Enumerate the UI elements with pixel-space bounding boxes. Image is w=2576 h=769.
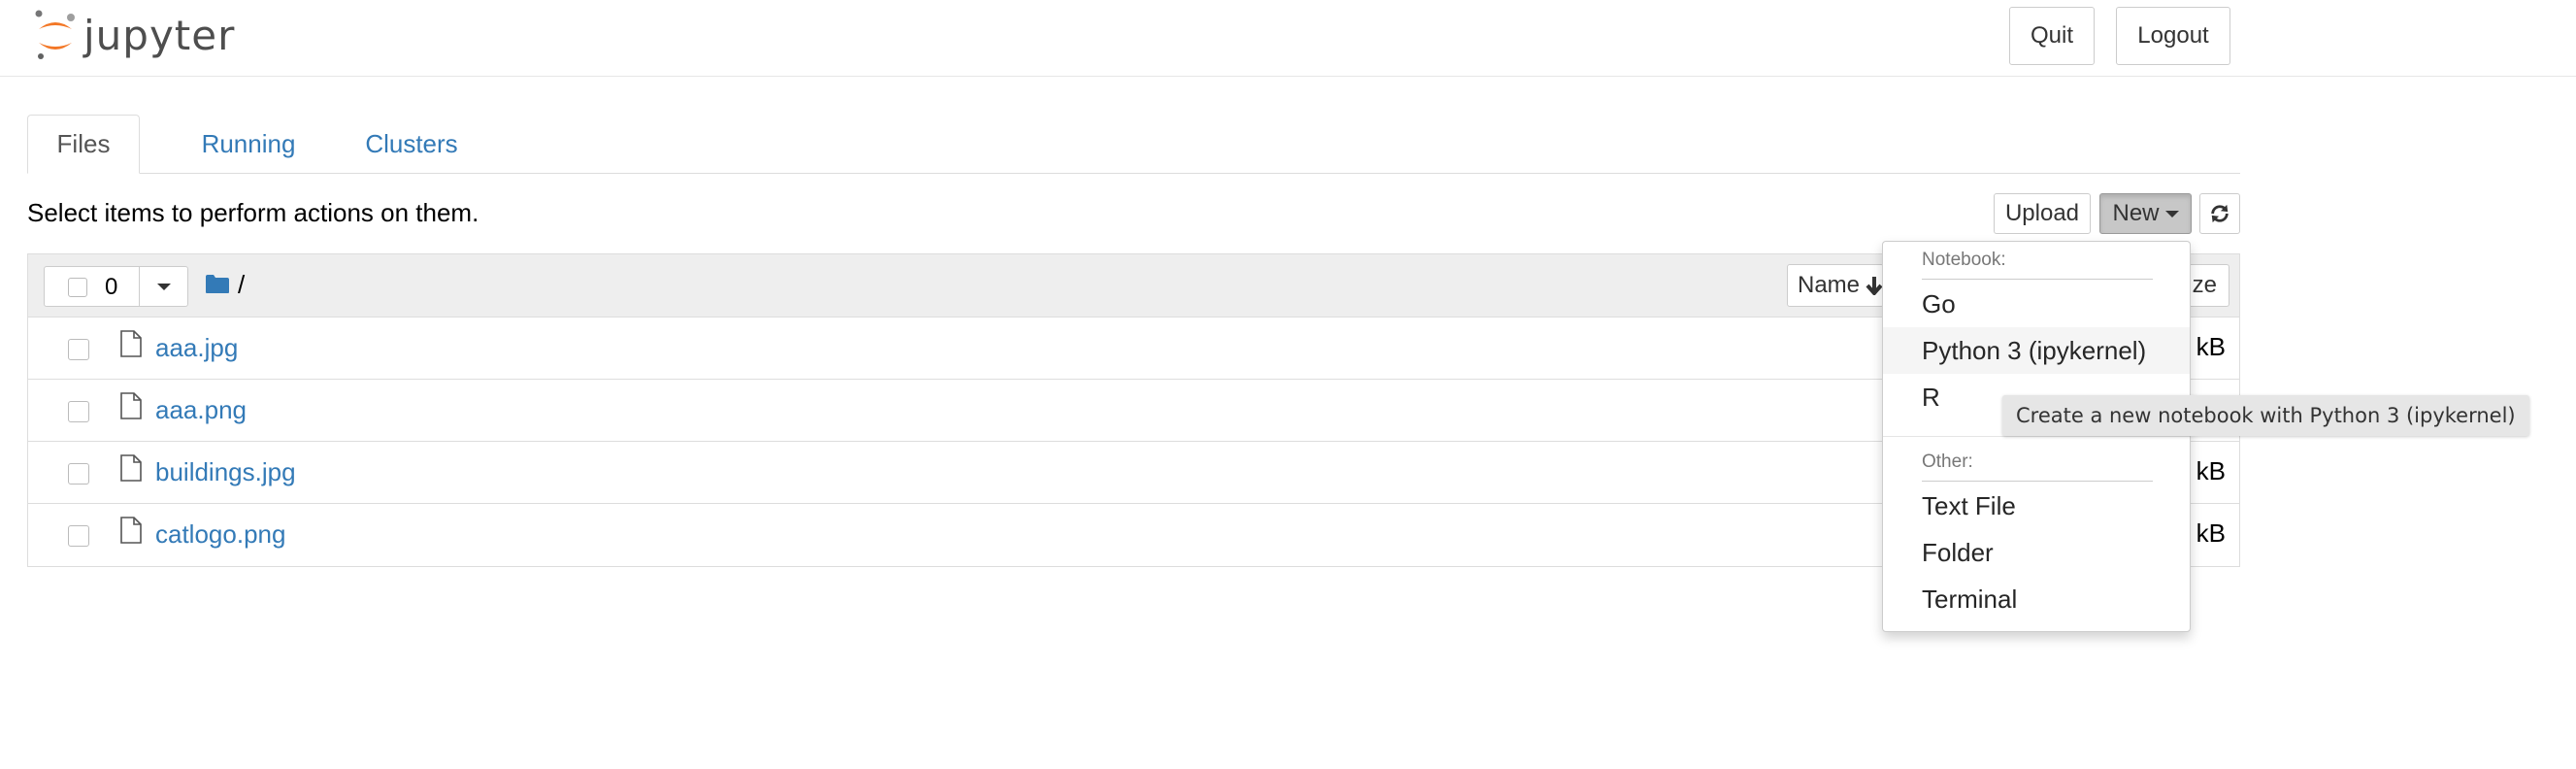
select-all-group[interactable]: 0 — [44, 266, 188, 307]
new-button[interactable]: New — [2099, 193, 2192, 234]
tooltip: Create a new notebook with Python 3 (ipy… — [2002, 395, 2529, 436]
menu-item-terminal[interactable]: Terminal — [1883, 576, 2190, 622]
upload-button[interactable]: Upload — [1994, 193, 2091, 234]
menu-item-python3[interactable]: Python 3 (ipykernel) — [1883, 327, 2190, 374]
folder-icon[interactable] — [205, 274, 230, 294]
jupyter-logo-icon — [35, 10, 75, 59]
select-dropdown-button[interactable] — [139, 267, 188, 306]
refresh-icon — [2211, 204, 2229, 223]
header: jupyter Quit Logout — [0, 0, 2576, 77]
new-dropdown-menu: Notebook: Go Python 3 (ipykernel) R Othe… — [1882, 241, 2191, 632]
selection-message: Select items to perform actions on them. — [27, 198, 479, 227]
jupyter-logo[interactable]: jupyter — [33, 6, 235, 64]
file-icon — [120, 330, 142, 357]
caret-down-icon — [157, 283, 171, 290]
menu-item-go[interactable]: Go — [1883, 281, 2190, 327]
tab-clusters[interactable]: Clusters — [334, 115, 489, 173]
menu-item-folder[interactable]: Folder — [1883, 529, 2190, 576]
logout-button[interactable]: Logout — [2116, 7, 2230, 65]
file-icon — [120, 392, 142, 419]
file-size: kB — [2196, 518, 2226, 548]
menu-divider — [1883, 436, 2190, 437]
arrow-down-icon — [1866, 277, 1883, 295]
caret-down-icon — [2164, 210, 2179, 217]
file-checkbox[interactable] — [68, 401, 89, 422]
sort-name-label: Name — [1798, 272, 1861, 298]
file-icon — [120, 517, 142, 544]
tab-files[interactable]: Files — [27, 115, 140, 174]
file-size: kB — [2196, 456, 2226, 485]
file-name-link[interactable]: buildings.jpg — [155, 457, 296, 487]
file-name-link[interactable]: aaa.jpg — [155, 333, 238, 363]
file-checkbox[interactable] — [68, 339, 89, 360]
file-size: kB — [2196, 332, 2226, 361]
breadcrumb-root[interactable]: / — [238, 270, 245, 300]
sort-by-name-button[interactable]: Name — [1787, 264, 1884, 307]
menu-header-notebook: Notebook: — [1922, 250, 2006, 270]
file-checkbox[interactable] — [68, 463, 89, 485]
tab-running[interactable]: Running — [175, 115, 322, 173]
menu-header-underline — [1922, 481, 2153, 482]
menu-header-underline — [1922, 279, 2153, 280]
selected-count: 0 — [105, 274, 118, 300]
new-button-label: New — [2112, 200, 2160, 226]
quit-button[interactable]: Quit — [2009, 7, 2095, 65]
logo-text: jupyter — [83, 11, 236, 59]
refresh-button[interactable] — [2199, 193, 2240, 234]
tab-bar: Files Running Clusters — [27, 115, 2240, 174]
file-name-link[interactable]: aaa.png — [155, 395, 247, 425]
file-name-link[interactable]: catlogo.png — [155, 519, 285, 550]
select-all-checkbox[interactable] — [68, 278, 87, 297]
menu-item-text-file[interactable]: Text File — [1883, 483, 2190, 529]
file-checkbox[interactable] — [68, 525, 89, 547]
menu-header-other: Other: — [1922, 451, 1973, 472]
file-icon — [120, 454, 142, 482]
